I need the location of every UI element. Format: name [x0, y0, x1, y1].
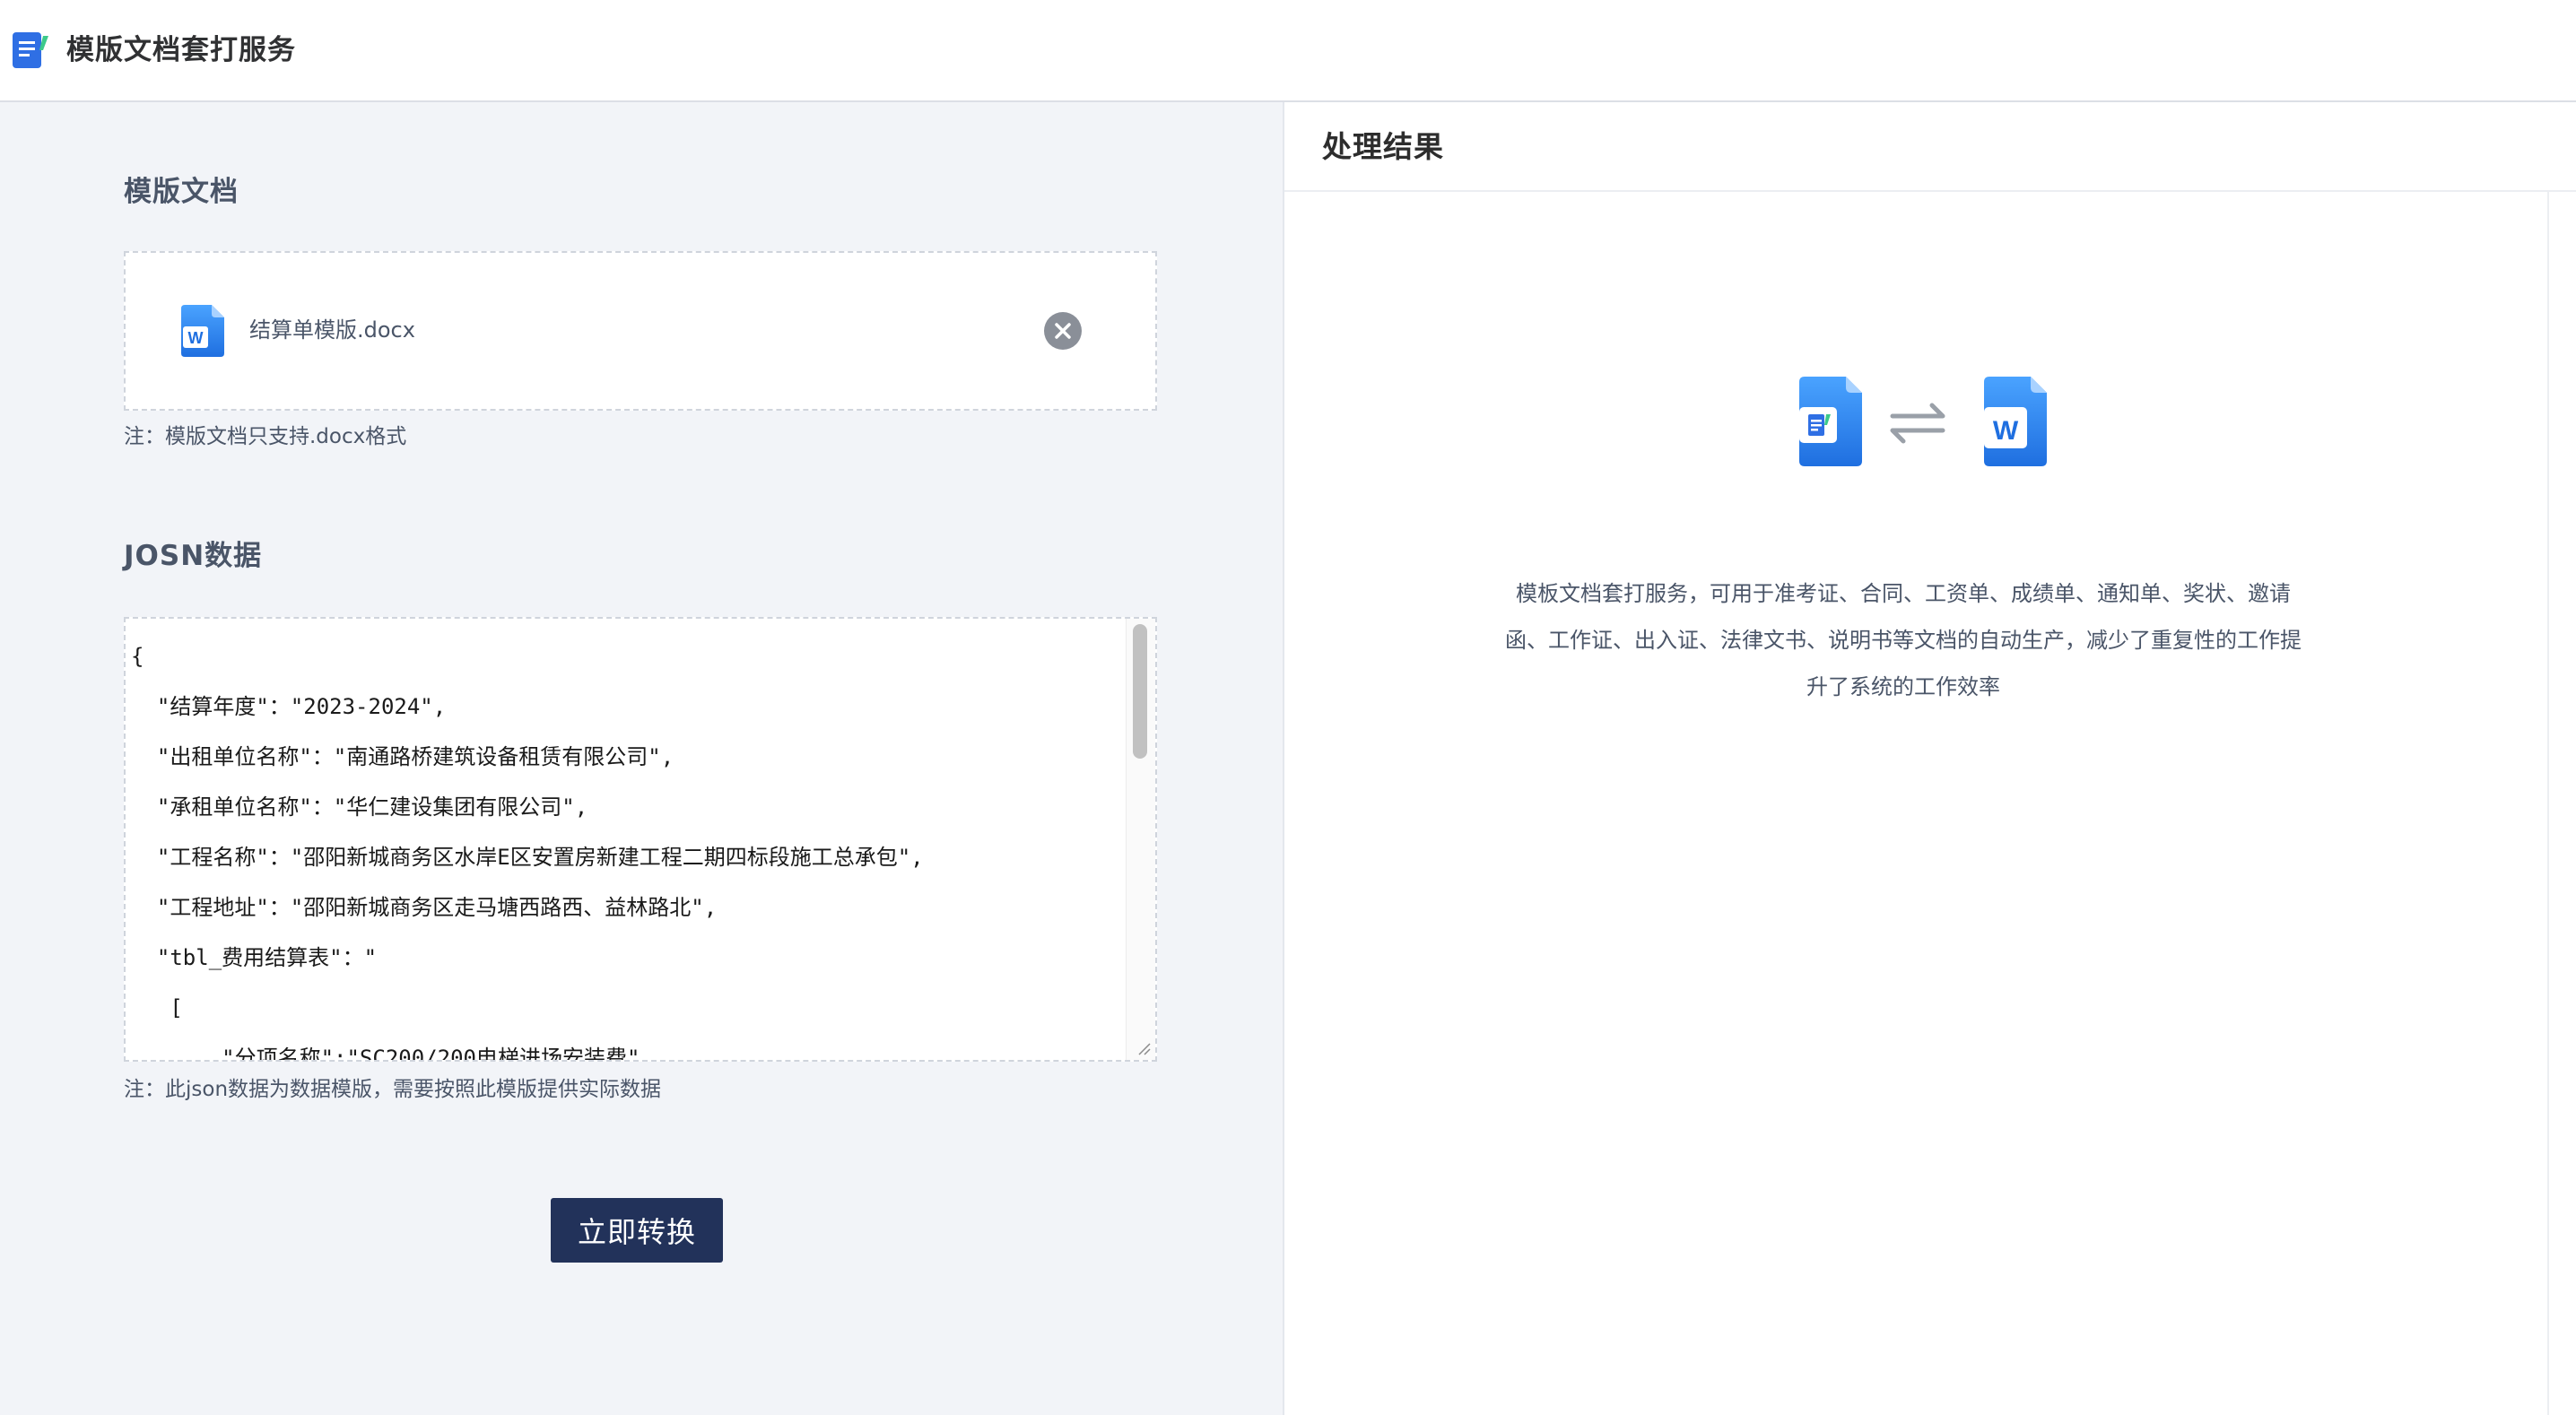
remove-file-button[interactable]: [1044, 312, 1082, 350]
json-section-title: JOSN数据: [124, 540, 263, 572]
template-doc-icon: [1799, 377, 1862, 466]
left-pane: 模版文档 W 结算单模版.docx 注：模版文档只支持.docx格式 JOSN数…: [0, 102, 1284, 1415]
json-data-line: "工程地址"："邵阳新城商务区走马塘西路西、益林路北",: [131, 895, 718, 920]
top-bar: 模版文档套打服务: [0, 0, 2576, 102]
json-data-line: "结算年度"："2023-2024",: [131, 694, 447, 719]
document-logo-icon: [13, 32, 48, 68]
json-data-line: "tbl_费用结算表"：": [131, 945, 378, 970]
template-upload-box[interactable]: W 结算单模版.docx: [124, 251, 1157, 411]
result-header: 处理结果: [1284, 102, 2576, 192]
svg-text:W: W: [188, 329, 204, 347]
convert-now-button[interactable]: 立即转换: [551, 1198, 723, 1263]
result-divider: [2547, 192, 2549, 1415]
svg-text:W: W: [1993, 416, 2019, 446]
result-title: 处理结果: [1322, 129, 1444, 164]
app-title: 模版文档套打服务: [66, 34, 296, 66]
close-circle-icon: [1055, 323, 1071, 339]
conversion-illustration: W: [1799, 377, 2047, 466]
word-doc-icon: W: [1984, 377, 2047, 466]
template-file-name: 结算单模版.docx: [249, 317, 415, 343]
json-scrollbar[interactable]: [1126, 619, 1155, 1060]
template-section-title: 模版文档: [124, 176, 239, 208]
result-description: 模板文档套打服务，可用于准考证、合同、工资单、成绩单、通知单、奖状、邀请函、工作…: [1505, 581, 2302, 699]
template-format-note: 注：模版文档只支持.docx格式: [124, 425, 407, 448]
json-data-line: "工程名称"："邵阳新城商务区水岸E区安置房新建工程二期四标段施工总承包",: [131, 845, 924, 870]
json-data-line: "出租单位名称"："南通路桥建筑设备租赁有限公司",: [131, 744, 674, 769]
json-data-note: 注：此json数据为数据模版，需要按照此模版提供实际数据: [124, 1078, 662, 1101]
result-pane: 处理结果 W 模板文档套打服务，可用于准考证、合同、工资单、成绩单、通知单、奖状…: [1284, 102, 2576, 1415]
json-data-content[interactable]: { "结算年度"："2023-2024", "出租单位名称"："南通路桥建筑设备…: [131, 631, 1127, 1062]
json-scrollbar-thumb[interactable]: [1133, 624, 1147, 759]
swap-arrows-icon: [1890, 403, 1945, 444]
json-data-line: "承租单位名称"："华仁建设集团有限公司",: [131, 794, 588, 820]
word-file-icon: W: [181, 305, 224, 357]
json-data-line: [: [131, 995, 183, 1020]
json-data-line: {: [131, 644, 144, 669]
json-data-line: "分项名称":"SC200/200电梯进场安装费",: [131, 1046, 653, 1062]
resize-grip-icon[interactable]: [1134, 1038, 1152, 1056]
json-data-textarea[interactable]: { "结算年度"："2023-2024", "出租单位名称"："南通路桥建筑设备…: [124, 617, 1157, 1062]
